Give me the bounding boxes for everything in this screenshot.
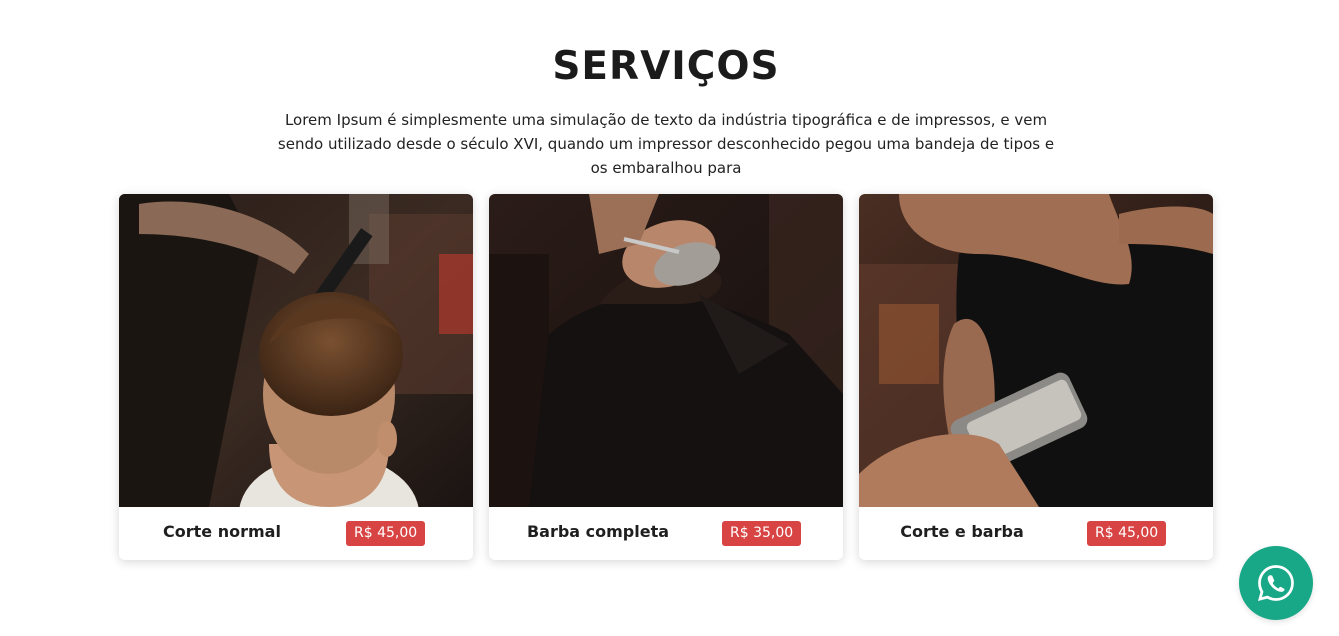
service-card-footer: Corte normal R$ 45,00 — [119, 507, 473, 560]
service-card-footer: Barba completa R$ 35,00 — [489, 507, 843, 560]
service-card-footer: Corte e barba R$ 45,00 — [859, 507, 1213, 560]
services-section: SERVIÇOS Lorem Ipsum é simplesmente uma … — [0, 0, 1339, 636]
service-name: Corte e barba — [900, 522, 1024, 541]
service-image — [489, 194, 843, 507]
service-name: Barba completa — [526, 522, 670, 541]
beard-trim-photo-icon — [489, 194, 843, 507]
clipper-haircut-photo-icon — [859, 194, 1213, 507]
price-badge: R$ 45,00 — [1087, 521, 1167, 546]
whatsapp-icon — [1257, 565, 1294, 601]
section-title: SERVIÇOS — [552, 44, 780, 89]
haircut-photo-icon — [119, 194, 473, 507]
price-badge: R$ 45,00 — [346, 521, 426, 546]
services-grid: Corte normal R$ 45,00 Barba completa R$ … — [119, 194, 1213, 560]
section-description: Lorem Ipsum é simplesmente uma simulação… — [277, 111, 1055, 177]
service-card[interactable]: Corte e barba R$ 45,00 — [859, 194, 1213, 560]
service-card[interactable]: Barba completa R$ 35,00 — [489, 194, 843, 560]
price-badge: R$ 35,00 — [722, 521, 802, 546]
service-image — [119, 194, 473, 507]
service-name: Corte normal — [163, 522, 281, 541]
whatsapp-button[interactable] — [1239, 546, 1313, 620]
service-card[interactable]: Corte normal R$ 45,00 — [119, 194, 473, 560]
service-image — [859, 194, 1213, 507]
